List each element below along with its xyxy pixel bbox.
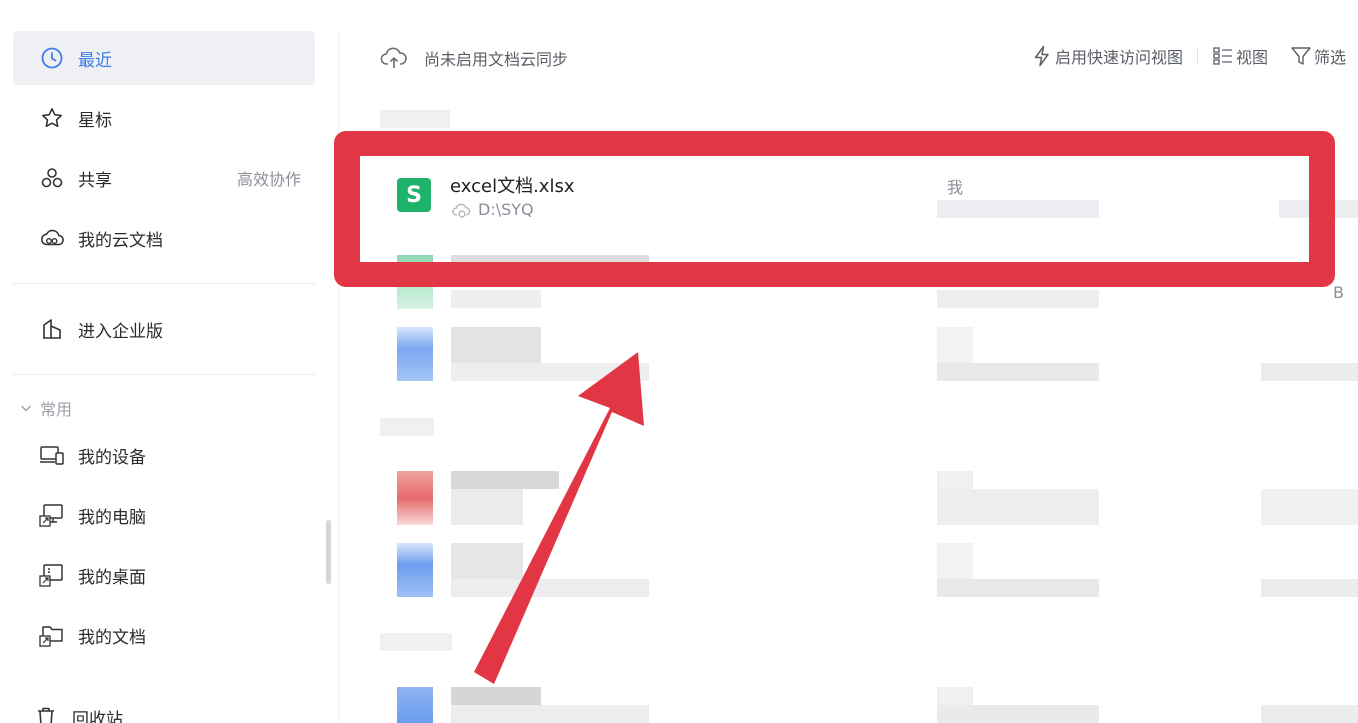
divider — [13, 283, 315, 284]
divider — [13, 374, 315, 375]
cloud-sync-status[interactable]: 尚未启用文档云同步 — [380, 44, 568, 72]
cloud-upload-icon — [380, 47, 407, 68]
sidebar-item-shared[interactable]: 共享 高效协作 — [13, 151, 315, 205]
quick-access-button[interactable]: 启用快速访问视图 — [1031, 44, 1183, 68]
clock-icon — [39, 45, 65, 71]
sidebar-item-my-computer[interactable]: 我的电脑 — [13, 490, 315, 540]
share-icon — [39, 165, 65, 191]
chevron-down-icon — [21, 405, 31, 412]
sidebar-item-label: 我的电脑 — [78, 507, 146, 528]
sidebar-item-label: 我的设备 — [78, 447, 146, 468]
quick-access-label: 启用快速访问视图 — [1054, 48, 1183, 67]
section-common-toggle[interactable]: 常用 — [20, 396, 72, 420]
sidebar: 最近 星标 共享 高效协作 我的云文档 进入企业版 常用 我的设备 我的电脑 我… — [0, 0, 331, 723]
sidebar-item-recent[interactable]: 最近 — [13, 31, 315, 85]
sidebar-item-my-devices[interactable]: 我的设备 — [13, 430, 315, 480]
sidebar-scrollbar[interactable] — [326, 520, 331, 584]
filter-button[interactable]: 筛选 — [1290, 44, 1346, 68]
trash-icon — [33, 704, 59, 723]
view-label: 视图 — [1235, 48, 1268, 67]
sidebar-item-cloud-docs[interactable]: 我的云文档 — [13, 211, 315, 265]
sidebar-item-label: 最近 — [78, 50, 112, 71]
building-icon — [39, 316, 65, 342]
file-size-fragment: B — [1333, 283, 1344, 302]
toolbar: 尚未启用文档云同步 启用快速访问视图 视图 筛选 — [380, 40, 1358, 76]
desktop-shortcut-icon — [39, 562, 65, 588]
sidebar-item-recycle-bin[interactable]: 回收站 — [13, 692, 315, 723]
sidebar-item-label: 我的桌面 — [78, 567, 146, 588]
list-view-icon — [1213, 47, 1232, 65]
sidebar-item-starred[interactable]: 星标 — [13, 91, 315, 145]
highlight-box — [334, 131, 1335, 287]
filter-label: 筛选 — [1313, 48, 1346, 67]
sidebar-item-label: 回收站 — [72, 709, 123, 723]
star-icon — [39, 105, 65, 131]
sidebar-item-label: 进入企业版 — [78, 321, 163, 342]
computer-shortcut-icon — [39, 502, 65, 528]
sidebar-item-label: 共享 — [78, 170, 112, 191]
shared-extra-link[interactable]: 高效协作 — [237, 166, 301, 190]
folder-shortcut-icon — [39, 622, 65, 648]
toolbar-divider — [1196, 47, 1198, 65]
section-common-label: 常用 — [40, 400, 73, 419]
sidebar-item-my-desktop[interactable]: 我的桌面 — [13, 550, 315, 600]
filter-icon — [1291, 47, 1311, 65]
sidebar-item-label: 我的云文档 — [78, 230, 163, 251]
toolbar-right: 启用快速访问视图 视图 筛选 — [1031, 44, 1346, 68]
cloud-icon — [39, 225, 65, 251]
view-button[interactable]: 视图 — [1212, 44, 1268, 68]
sidebar-item-label: 我的文档 — [78, 627, 146, 648]
lightning-icon — [1034, 45, 1049, 67]
devices-icon — [39, 442, 65, 468]
sidebar-item-label: 星标 — [78, 110, 112, 131]
sidebar-item-enterprise[interactable]: 进入企业版 — [13, 302, 315, 356]
sidebar-item-my-documents[interactable]: 我的文档 — [13, 610, 315, 660]
cloud-status-text: 尚未启用文档云同步 — [424, 50, 569, 69]
